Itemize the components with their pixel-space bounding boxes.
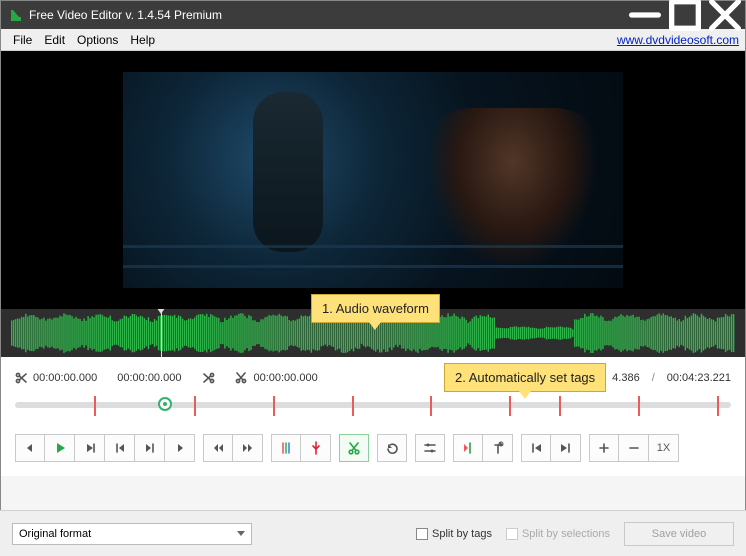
total-duration: 00:04:23.221 (667, 372, 731, 384)
chevron-down-icon (237, 531, 245, 536)
save-video-button[interactable]: Save video (624, 522, 734, 546)
timeline-tag-marker[interactable] (638, 396, 640, 416)
output-format-select[interactable]: Original format (12, 523, 252, 545)
time-readout-row: 00:00:00.000 00:00:00.000 00:00:00.000 2… (1, 357, 745, 394)
next-segment-button[interactable] (165, 434, 195, 462)
timeline-tag-marker[interactable] (559, 396, 561, 416)
split-by-tags-checkbox[interactable]: Split by tags (416, 528, 492, 540)
output-format-value: Original format (19, 528, 91, 540)
scissors-open-icon (15, 372, 27, 384)
zoom-level-label: 1X (657, 442, 670, 454)
timeline-tag-marker[interactable] (352, 396, 354, 416)
step-back-button[interactable] (105, 434, 135, 462)
step-forward-button[interactable] (135, 434, 165, 462)
cut-mode-button[interactable] (339, 434, 369, 462)
website-link[interactable]: www.dvdvideosoft.com (617, 33, 739, 47)
timeline-track[interactable] (15, 402, 731, 408)
zoom-in-button[interactable] (589, 434, 619, 462)
selection-start-time: 00:00:00.000 (33, 372, 97, 384)
split-by-selections-checkbox[interactable]: Split by selections (506, 528, 610, 540)
callout-waveform: 1. Audio waveform (311, 294, 440, 323)
maximize-button[interactable] (665, 1, 705, 29)
zoom-out-button[interactable] (619, 434, 649, 462)
scissors-icon (235, 372, 247, 384)
play-selection-button[interactable] (75, 434, 105, 462)
selection-end-time: 00:00:00.000 (117, 372, 181, 384)
timeline-tag-marker[interactable] (717, 396, 719, 416)
timeline-tag-marker[interactable] (94, 396, 96, 416)
titlebar: Free Video Editor v. 1.4.54 Premium (1, 1, 745, 29)
timeline-tag-marker[interactable] (194, 396, 196, 416)
prev-segment-button[interactable] (15, 434, 45, 462)
scissors-close-icon (203, 372, 215, 384)
close-button[interactable] (705, 1, 745, 29)
remove-marker-button[interactable] (483, 434, 513, 462)
checkbox-icon (416, 528, 428, 540)
menu-edit[interactable]: Edit (38, 33, 71, 47)
add-tag-button[interactable] (301, 434, 331, 462)
app-icon (9, 8, 23, 22)
fast-forward-button[interactable] (233, 434, 263, 462)
minimize-button[interactable] (625, 1, 665, 29)
timeline-tag-marker[interactable] (509, 396, 511, 416)
save-video-label: Save video (652, 528, 706, 540)
menu-help[interactable]: Help (124, 33, 161, 47)
zoom-level-button[interactable]: 1X (649, 434, 679, 462)
rotate-button[interactable] (377, 434, 407, 462)
callout-tags: 2. Automatically set tags (444, 363, 606, 392)
video-preview-area: 1. Audio waveform (1, 51, 745, 309)
video-frame[interactable] (123, 72, 623, 288)
controls-toolbar: 1X (1, 422, 745, 476)
timeline-playhead[interactable] (158, 397, 172, 411)
menu-file[interactable]: File (7, 33, 38, 47)
menubar: File Edit Options Help www.dvdvideosoft.… (1, 29, 745, 51)
menu-options[interactable]: Options (71, 33, 124, 47)
split-by-selections-label: Split by selections (522, 528, 610, 540)
auto-tags-button[interactable] (271, 434, 301, 462)
goto-start-button[interactable] (521, 434, 551, 462)
current-time-partial: 4.386 (612, 372, 640, 384)
play-button[interactable] (45, 434, 75, 462)
adjust-button[interactable] (415, 434, 445, 462)
goto-end-button[interactable] (551, 434, 581, 462)
bottom-bar: Original format Split by tags Split by s… (0, 510, 746, 556)
waveform-playhead[interactable] (161, 309, 162, 357)
checkbox-icon (506, 528, 518, 540)
window-title: Free Video Editor v. 1.4.54 Premium (29, 8, 625, 22)
mark-in-button[interactable] (453, 434, 483, 462)
timeline[interactable] (1, 394, 745, 422)
timeline-tag-marker[interactable] (430, 396, 432, 416)
split-by-tags-label: Split by tags (432, 528, 492, 540)
timeline-tag-marker[interactable] (273, 396, 275, 416)
duration-separator: / (646, 372, 661, 384)
rewind-button[interactable] (203, 434, 233, 462)
clip-time: 00:00:00.000 (253, 372, 317, 384)
